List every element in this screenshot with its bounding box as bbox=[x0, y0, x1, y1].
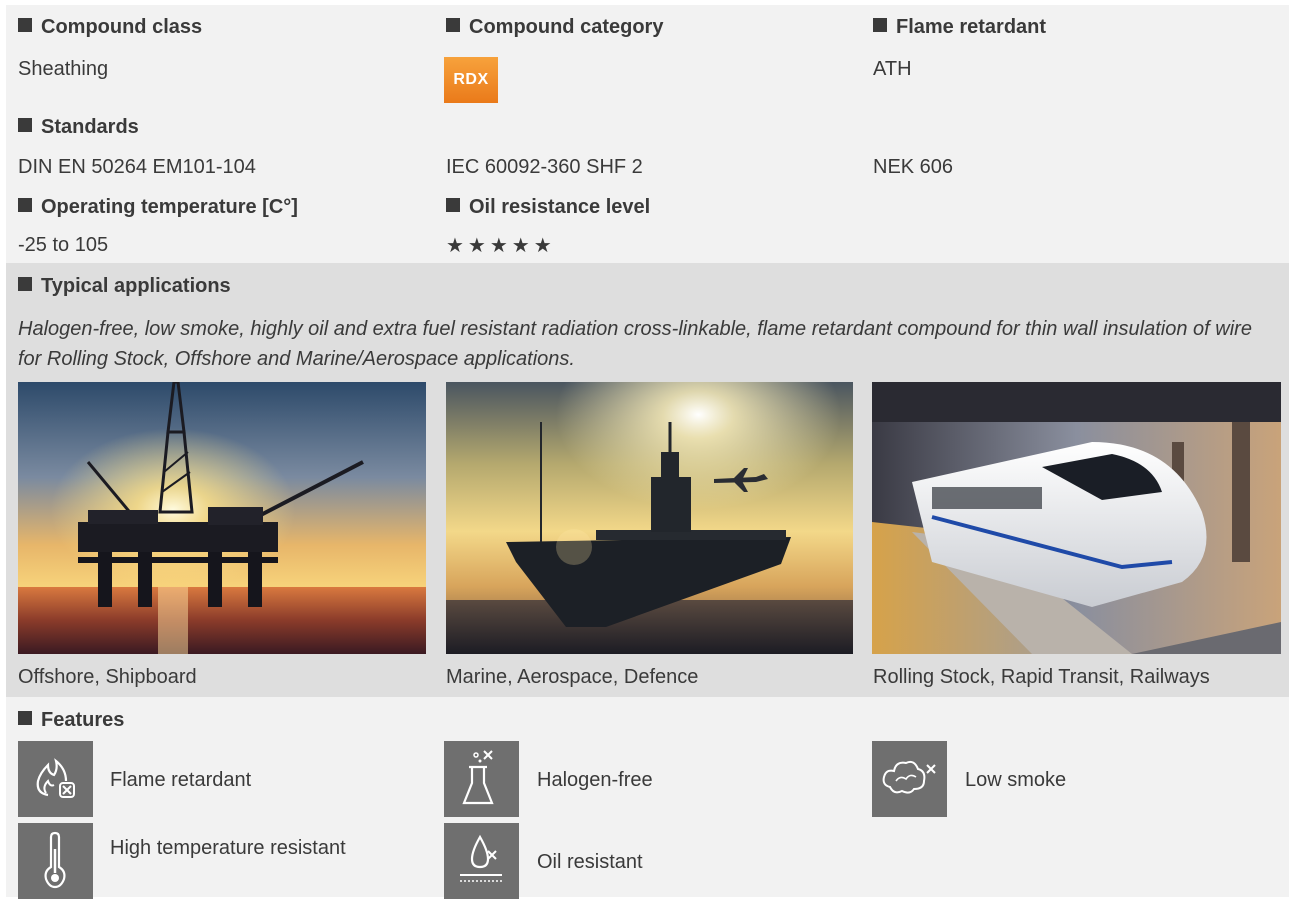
feature-label: High temperature resistant bbox=[110, 837, 346, 859]
operating-temperature-header: Operating temperature [C°] bbox=[18, 196, 298, 219]
oil-drop-icon bbox=[444, 823, 519, 899]
properties-section bbox=[6, 5, 1289, 263]
oil-resistance-header: Oil resistance level bbox=[446, 196, 650, 219]
standards-header-text: Standards bbox=[41, 116, 139, 138]
thermometer-icon bbox=[18, 823, 93, 899]
high-speed-train-image bbox=[872, 382, 1281, 654]
bullet-square-icon bbox=[18, 18, 32, 32]
features-section bbox=[6, 697, 1289, 897]
flame-icon bbox=[18, 741, 93, 817]
compound-class-header: Compound class bbox=[18, 16, 202, 39]
feature-label: Low smoke bbox=[965, 769, 1067, 791]
bullet-square-icon bbox=[446, 18, 460, 32]
bullet-square-icon bbox=[18, 118, 32, 132]
typical-applications-header-text: Typical applications bbox=[41, 275, 231, 297]
applications-description: Halogen-free, low smoke, highly oil and … bbox=[18, 318, 1252, 370]
flame-retardant-header-text: Flame retardant bbox=[896, 16, 1047, 38]
flask-icon bbox=[444, 741, 519, 817]
feature-label: Flame retardant bbox=[110, 769, 252, 791]
bullet-square-icon bbox=[873, 18, 887, 32]
compound-category-header: Compound category bbox=[446, 16, 663, 39]
feature-label: Halogen-free bbox=[537, 769, 653, 791]
standard-value: IEC 60092-360 SHF 2 bbox=[446, 156, 643, 178]
bullet-square-icon bbox=[18, 711, 32, 725]
application-caption: Rolling Stock, Rapid Transit, Railways bbox=[873, 666, 1210, 688]
smoke-cloud-icon bbox=[872, 741, 947, 817]
operating-temperature-value: -25 to 105 bbox=[18, 234, 109, 256]
compound-datasheet: Compound class Compound category Flame r… bbox=[0, 0, 1289, 899]
bullet-square-icon bbox=[446, 198, 460, 212]
compound-class-value: Sheathing bbox=[18, 58, 109, 80]
oil-resistance-header-text: Oil resistance level bbox=[469, 196, 651, 218]
bullet-square-icon bbox=[18, 198, 32, 212]
aircraft-carrier-image bbox=[446, 382, 853, 654]
standard-value: NEK 606 bbox=[873, 156, 954, 178]
application-caption: Offshore, Shipboard bbox=[18, 666, 197, 688]
rdx-badge: RDX bbox=[444, 57, 498, 103]
flame-retardant-header: Flame retardant bbox=[873, 16, 1046, 39]
standard-value: DIN EN 50264 EM101-104 bbox=[18, 156, 256, 178]
offshore-platform-image bbox=[18, 382, 426, 654]
bullet-square-icon bbox=[18, 277, 32, 291]
application-caption: Marine, Aerospace, Defence bbox=[446, 666, 699, 688]
operating-temperature-header-text: Operating temperature [C°] bbox=[41, 196, 298, 218]
features-header-text: Features bbox=[41, 709, 125, 731]
standards-header: Standards bbox=[18, 116, 139, 139]
compound-category-header-text: Compound category bbox=[469, 16, 664, 38]
compound-class-header-text: Compound class bbox=[41, 16, 203, 38]
flame-retardant-value: ATH bbox=[873, 58, 912, 80]
features-header: Features bbox=[18, 709, 124, 732]
feature-label: Oil resistant bbox=[537, 851, 643, 873]
typical-applications-header: Typical applications bbox=[18, 275, 231, 298]
oil-resistance-stars: ★★★★★ bbox=[446, 235, 556, 257]
